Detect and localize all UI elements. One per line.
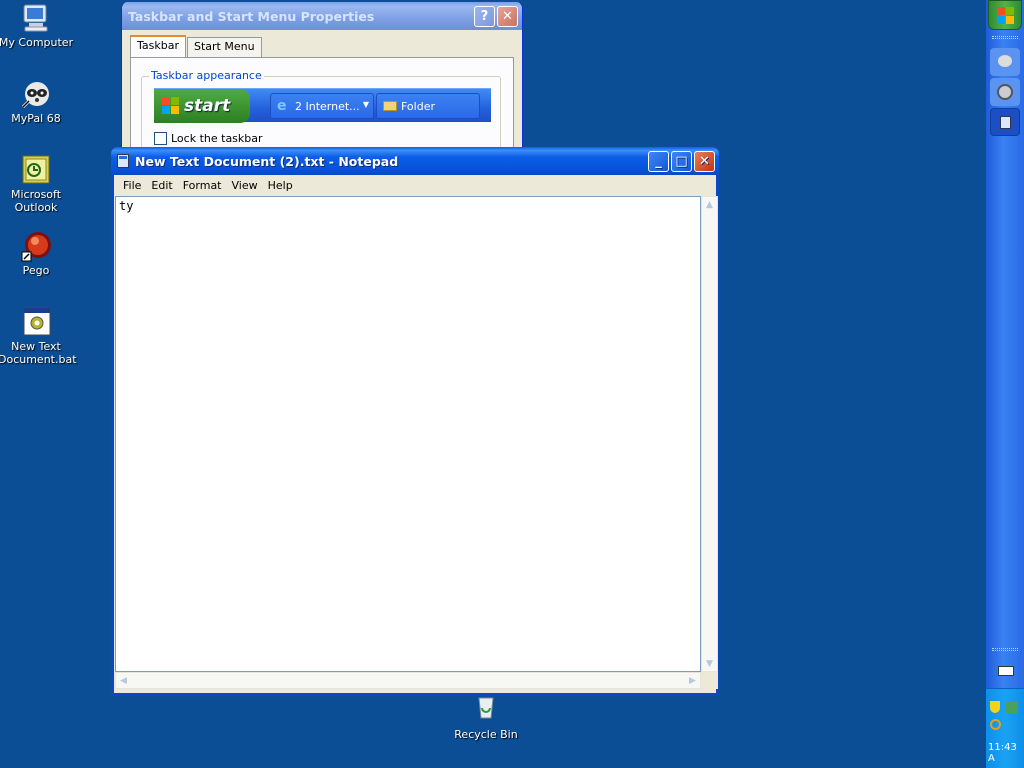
taskbar: 11:43 A <box>986 0 1024 768</box>
recycle-bin-icon <box>470 694 502 726</box>
desktop-icon-recycle-bin[interactable]: Recycle Bin <box>448 694 524 741</box>
menu-help[interactable]: Help <box>263 179 298 192</box>
checkbox-label: Lock the taskbar <box>171 132 263 145</box>
desktop-icon-label: New Text Document.bat <box>0 340 77 366</box>
scroll-right-icon[interactable]: ▶ <box>685 673 700 688</box>
close-button[interactable]: ✕ <box>497 5 518 27</box>
outlook-icon <box>20 154 52 186</box>
quicklaunch-app[interactable] <box>990 78 1020 106</box>
desktop-icon-label: My Computer <box>0 36 74 49</box>
desktop-icon-label: MyPal 68 <box>11 112 61 125</box>
close-button[interactable]: ✕ <box>694 150 715 172</box>
menu-view[interactable]: View <box>227 179 263 192</box>
editor-content: ty <box>119 199 134 213</box>
desktop-icon-mypal[interactable]: MyPal 68 <box>0 78 74 125</box>
quicklaunch-mypal[interactable] <box>990 48 1020 76</box>
checkbox-box[interactable] <box>154 132 167 145</box>
computer-icon <box>20 2 52 34</box>
preview-task-label: Folder <box>401 99 435 113</box>
tab-taskbar[interactable]: Taskbar <box>130 35 186 57</box>
notepad-icon <box>1000 116 1011 129</box>
taskbar-preview: start e 2 Internet... ▼ Folder <box>154 88 491 123</box>
ie-icon: e <box>277 98 287 114</box>
clock[interactable]: 11:43 A <box>986 742 1024 764</box>
desktop-icon-label: Recycle Bin <box>454 728 518 741</box>
tab-start-menu[interactable]: Start Menu <box>187 37 262 57</box>
menu-file[interactable]: File <box>118 179 146 192</box>
preview-task-ie: e 2 Internet... ▼ <box>270 93 374 119</box>
windows-logo-icon <box>162 97 179 114</box>
desktop-icon-my-computer[interactable]: My Computer <box>0 2 74 49</box>
scroll-down-icon[interactable]: ▼ <box>702 656 717 671</box>
security-shield-icon[interactable] <box>990 701 1000 713</box>
raccoon-icon <box>20 78 52 110</box>
notepad-window[interactable]: New Text Document (2).txt - Notepad _ □ … <box>111 147 719 696</box>
batch-file-icon <box>20 306 52 338</box>
notepad-title: New Text Document (2).txt - Notepad <box>135 153 399 169</box>
vertical-scrollbar[interactable]: ▲ ▼ <box>701 196 718 672</box>
maximize-button[interactable]: □ <box>671 150 692 172</box>
horizontal-scrollbar[interactable]: ◀ ▶ <box>115 672 701 689</box>
scroll-up-icon[interactable]: ▲ <box>702 197 717 212</box>
resize-grip-icon[interactable] <box>701 672 718 689</box>
dropdown-arrow-icon: ▼ <box>362 100 369 109</box>
raccoon-icon <box>998 55 1012 67</box>
notepad-app-icon <box>117 154 129 168</box>
desktop-icon-label: Microsoft Outlook <box>10 188 62 214</box>
disc-icon <box>997 84 1013 100</box>
preview-task-folder: Folder <box>376 93 480 119</box>
taskbar-properties-dialog[interactable]: Taskbar and Start Menu Properties ? ✕ Ta… <box>121 2 523 156</box>
lock-taskbar-checkbox[interactable]: Lock the taskbar <box>154 132 263 145</box>
quicklaunch-grip[interactable] <box>992 36 1018 39</box>
desktop-icon-bat-file[interactable]: New Text Document.bat <box>0 306 77 366</box>
preview-start-button: start <box>154 89 250 123</box>
dialog-title: Taskbar and Start Menu Properties <box>128 8 375 24</box>
preview-task-label: 2 Internet... <box>295 99 360 113</box>
keyboard-icon[interactable] <box>998 666 1014 676</box>
network-icon[interactable] <box>1006 701 1018 713</box>
notepad-titlebar[interactable]: New Text Document (2).txt - Notepad _ □ … <box>111 147 719 175</box>
start-button[interactable] <box>988 0 1022 30</box>
menu-edit[interactable]: Edit <box>146 179 177 192</box>
search-icon[interactable] <box>990 719 1001 730</box>
taskbar-grip[interactable] <box>992 648 1018 651</box>
menu-format[interactable]: Format <box>178 179 227 192</box>
help-button[interactable]: ? <box>474 5 495 27</box>
taskbar-notepad-button[interactable] <box>990 108 1020 136</box>
desktop-icon-pego[interactable]: Pego <box>0 230 74 277</box>
desktop-icon-outlook[interactable]: Microsoft Outlook <box>0 154 74 214</box>
menu-bar: File Edit Format View Help <box>114 175 716 195</box>
desktop-icon-label: Pego <box>22 264 50 277</box>
group-label: Taskbar appearance <box>149 69 264 82</box>
scroll-left-icon[interactable]: ◀ <box>116 673 131 688</box>
windows-logo-icon <box>997 7 1014 24</box>
minimize-button[interactable]: _ <box>648 150 669 172</box>
text-editor[interactable]: ty <box>115 196 701 672</box>
tab-strip: Taskbar Start Menu <box>130 35 263 57</box>
folder-icon <box>383 101 397 111</box>
red-orb-icon <box>20 230 52 262</box>
preview-start-label: start <box>184 96 231 116</box>
dialog-titlebar[interactable]: Taskbar and Start Menu Properties ? ✕ <box>122 2 522 30</box>
